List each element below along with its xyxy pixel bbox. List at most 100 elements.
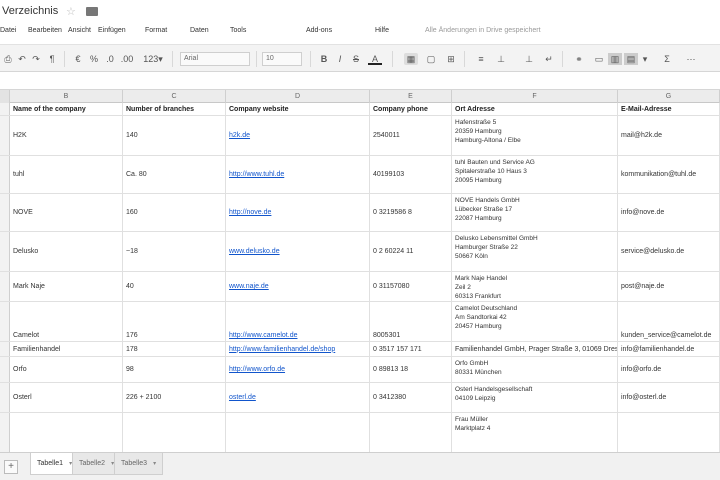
menu-view[interactable]: Ansicht: [68, 27, 91, 34]
phone-cell[interactable]: 0 3219586 8: [370, 194, 452, 231]
merge-cells-icon[interactable]: ⊞: [444, 53, 458, 65]
header-cell[interactable]: Number of branches: [123, 103, 226, 115]
phone-cell[interactable]: 2540011: [370, 116, 452, 155]
company-name-cell[interactable]: H2K: [10, 116, 123, 155]
branches-cell[interactable]: 40: [123, 272, 226, 301]
phone-cell[interactable]: 0 31157080: [370, 272, 452, 301]
decimal-decrease-icon[interactable]: .0: [104, 53, 116, 65]
address-cell[interactable]: Hafenstraße 5 20359 Hamburg Hamburg-Alto…: [452, 116, 618, 155]
align-vertical-icon[interactable]: ⊥: [494, 53, 508, 65]
header-cell[interactable]: Company website: [226, 103, 370, 115]
row-number[interactable]: [0, 272, 10, 301]
redo-icon[interactable]: ↷: [30, 53, 42, 65]
paint-format-icon[interactable]: ¶: [46, 53, 58, 65]
strikethrough-icon[interactable]: S: [350, 53, 362, 65]
insert-comment-icon[interactable]: ▭: [592, 53, 606, 65]
email-cell[interactable]: info@familienhandel.de: [618, 342, 720, 356]
address-cell[interactable]: Mark Naje Handel Zeil 2 60313 Frankfurt: [452, 272, 618, 301]
header-cell[interactable]: E-Mail-Adresse: [618, 103, 720, 115]
insert-link-icon[interactable]: ⚭: [572, 53, 586, 65]
print-icon[interactable]: ⎙: [2, 53, 14, 65]
sheet-tab[interactable]: Tabelle3 ▾: [114, 453, 164, 475]
select-all-corner[interactable]: [0, 90, 10, 103]
branches-cell[interactable]: 98: [123, 357, 226, 382]
website-link[interactable]: http://www.camelot.de: [226, 302, 370, 341]
address-cell[interactable]: Familienhandel GmbH, Prager Straße 3, 01…: [452, 342, 618, 356]
address-cell[interactable]: Delusko Lebensmittel GmbH Hamburger Stra…: [452, 232, 618, 271]
website-link[interactable]: osterl.de: [226, 383, 370, 412]
folder-icon[interactable]: [86, 7, 98, 16]
branches-cell[interactable]: 176: [123, 302, 226, 341]
header-cell[interactable]: Name of the company: [10, 103, 123, 115]
address-cell[interactable]: Camelot Deutschland Am Sandtorkai 42 204…: [452, 302, 618, 341]
document-title[interactable]: Verzeichnis: [2, 5, 58, 17]
email-cell[interactable]: mail@h2k.de: [618, 116, 720, 155]
text-color-icon[interactable]: A: [368, 53, 382, 65]
email-cell[interactable]: kunden_service@camelot.de: [618, 302, 720, 341]
menu-edit[interactable]: Bearbeiten: [28, 27, 62, 34]
company-name-cell[interactable]: Mark Naje: [10, 272, 123, 301]
wrap-text-icon[interactable]: ↵: [542, 53, 556, 65]
row-number[interactable]: [0, 357, 10, 382]
row-number[interactable]: [0, 413, 10, 452]
header-cell[interactable]: Ort Adresse: [452, 103, 618, 115]
company-name-cell[interactable]: [10, 413, 123, 452]
company-name-cell[interactable]: Delusko: [10, 232, 123, 271]
address-cell[interactable]: Orfo GmbH 80331 München: [452, 357, 618, 382]
menu-insert[interactable]: Einfügen: [98, 27, 126, 34]
menu-data[interactable]: Daten: [190, 27, 209, 34]
column-header-d[interactable]: D: [226, 90, 370, 103]
website-link[interactable]: www.naje.de: [226, 272, 370, 301]
chevron-down-icon[interactable]: ▾: [153, 461, 156, 467]
branches-cell[interactable]: ~18: [123, 232, 226, 271]
fill-color-icon[interactable]: ▦: [404, 53, 418, 65]
font-size-select[interactable]: 10: [262, 52, 302, 66]
email-cell[interactable]: [618, 413, 720, 452]
company-name-cell[interactable]: tuhl: [10, 156, 123, 193]
email-cell[interactable]: post@naje.de: [618, 272, 720, 301]
branches-cell[interactable]: 140: [123, 116, 226, 155]
row-number[interactable]: [0, 302, 10, 341]
row-number[interactable]: [0, 156, 10, 193]
align-left-icon[interactable]: ≡: [474, 53, 488, 65]
row-number[interactable]: [0, 383, 10, 412]
menu-format[interactable]: Format: [145, 27, 167, 34]
email-cell[interactable]: kommunikation@tuhl.de: [618, 156, 720, 193]
star-icon[interactable]: ☆: [66, 5, 76, 18]
decimal-increase-icon[interactable]: .00: [120, 53, 134, 65]
company-name-cell[interactable]: Osterl: [10, 383, 123, 412]
insert-chart-icon[interactable]: ▥: [608, 53, 622, 65]
bold-icon[interactable]: B: [318, 53, 330, 65]
email-cell[interactable]: info@nove.de: [618, 194, 720, 231]
borders-icon[interactable]: ▢: [424, 53, 438, 65]
menu-tools[interactable]: Tools: [230, 27, 246, 34]
menu-file[interactable]: Datei: [0, 27, 16, 34]
undo-icon[interactable]: ↶: [16, 53, 28, 65]
menu-help[interactable]: Hilfe: [375, 27, 389, 34]
align-bottom-icon[interactable]: ⊥: [522, 53, 536, 65]
website-link[interactable]: h2k.de: [226, 116, 370, 155]
address-cell[interactable]: tuhl Bauten und Service AG Spitalerstraß…: [452, 156, 618, 193]
address-cell[interactable]: NOVE Handels GmbH Lübecker Straße 17 220…: [452, 194, 618, 231]
company-name-cell[interactable]: Camelot: [10, 302, 123, 341]
functions-icon[interactable]: Σ: [660, 53, 674, 65]
column-header-g[interactable]: G: [618, 90, 720, 103]
branches-cell[interactable]: 226 + 2100: [123, 383, 226, 412]
percent-icon[interactable]: %: [88, 53, 100, 65]
row-number[interactable]: [0, 116, 10, 155]
header-cell[interactable]: Company phone: [370, 103, 452, 115]
phone-cell[interactable]: 40199103: [370, 156, 452, 193]
column-header-f[interactable]: F: [452, 90, 618, 103]
phone-cell[interactable]: 0 89813 18: [370, 357, 452, 382]
row-number[interactable]: [0, 103, 10, 115]
column-header-b[interactable]: B: [10, 90, 123, 103]
email-cell[interactable]: info@orfo.de: [618, 357, 720, 382]
row-number[interactable]: [0, 194, 10, 231]
column-header-e[interactable]: E: [370, 90, 452, 103]
row-number[interactable]: [0, 342, 10, 356]
currency-icon[interactable]: €: [72, 53, 84, 65]
more-formats-icon[interactable]: 123▾: [140, 53, 166, 65]
more-icon[interactable]: ⋯: [684, 53, 698, 65]
add-sheet-button[interactable]: +: [4, 460, 18, 474]
phone-cell[interactable]: 0 2 60224 11: [370, 232, 452, 271]
